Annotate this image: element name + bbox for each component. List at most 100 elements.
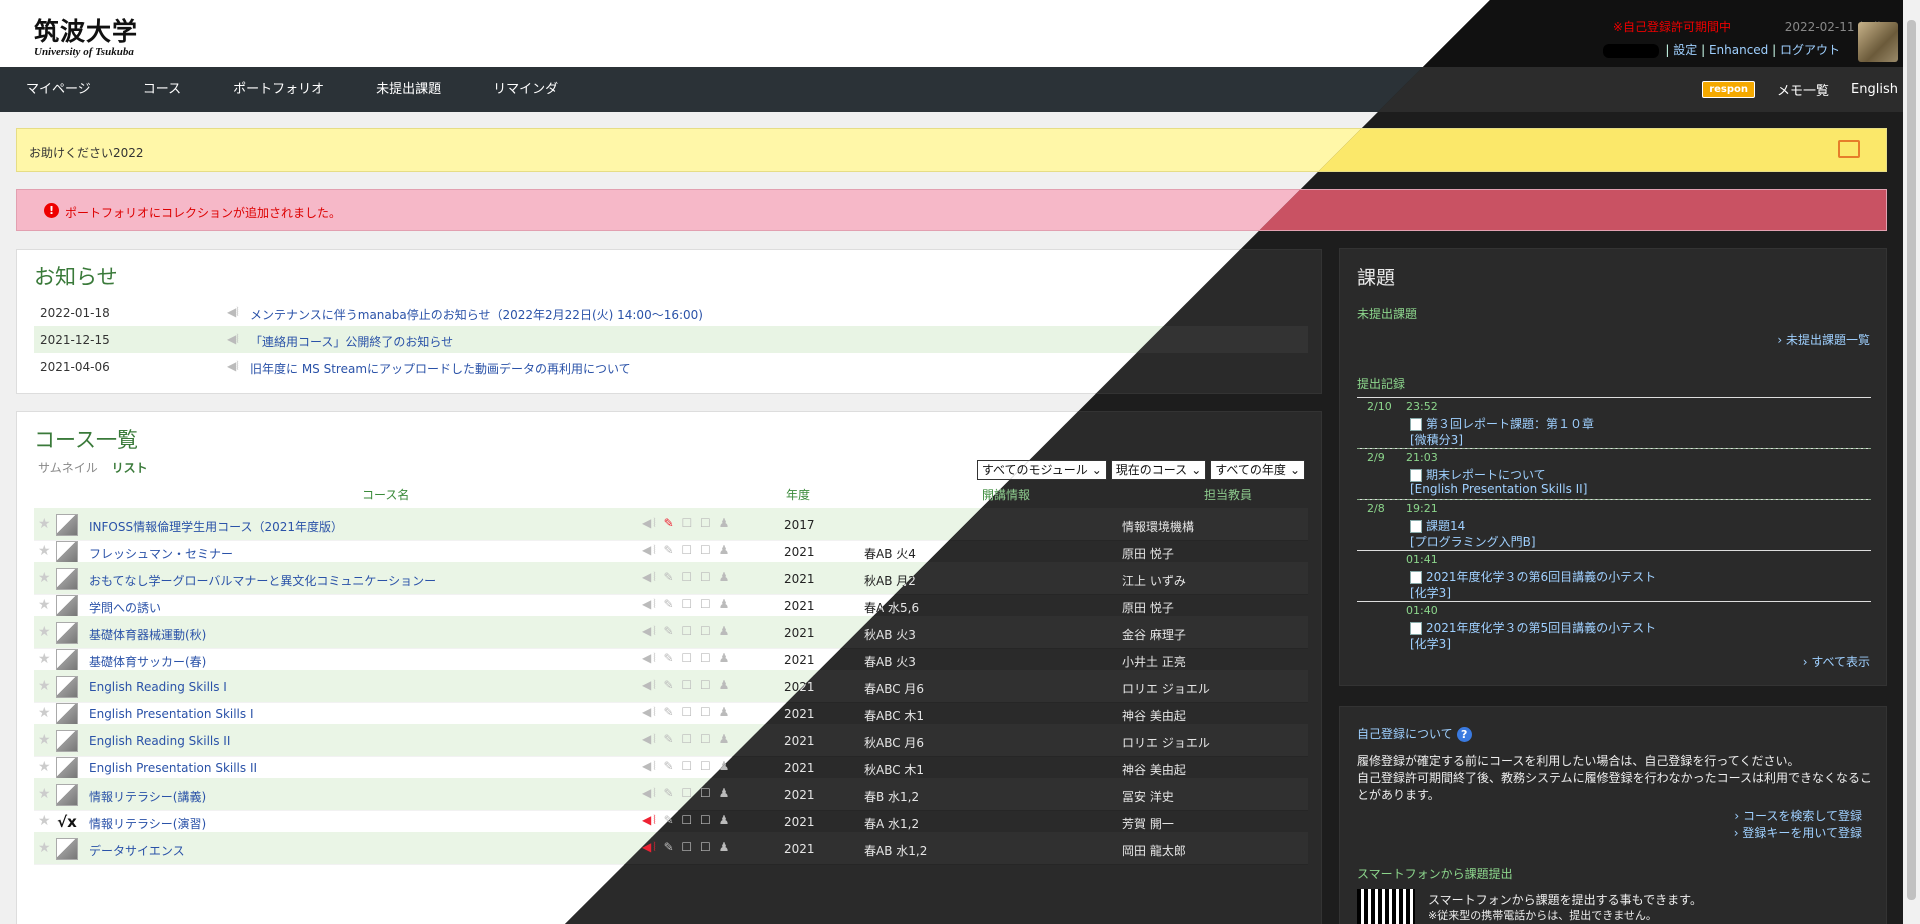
settings-link[interactable]: 設定 — [1673, 43, 1697, 57]
favorite-star-icon[interactable]: ★ — [38, 543, 51, 559]
course-teacher: 神谷 美由起 — [1122, 763, 1186, 777]
course-teacher: ロリエ ジョエル — [1122, 682, 1210, 696]
show-all-link[interactable]: › すべて表示 — [1803, 653, 1870, 670]
course-year: 2021 — [784, 761, 815, 775]
nav-reminder[interactable]: リマインダ — [467, 67, 584, 112]
qr-code — [1357, 889, 1415, 924]
course-link[interactable]: English Presentation Skills II — [89, 761, 257, 775]
nav-mypage[interactable]: マイページ — [0, 67, 117, 112]
submission-title[interactable]: 2021年度化学３の第6回目講義の小テスト — [1410, 568, 1656, 585]
notice-link[interactable]: メンテナンスに伴うmanaba停止のお知らせ（2022年2月22日(火) 14:… — [250, 306, 703, 323]
course-link[interactable]: English Reading Skills II — [89, 734, 230, 748]
course-thumbnail — [56, 757, 78, 779]
selfreg-title[interactable]: 自己登録について? — [1357, 725, 1472, 742]
submission-course[interactable]: [English Presentation Skills II] — [1410, 482, 1587, 496]
nav-portfolio[interactable]: ポートフォリオ — [207, 67, 350, 112]
course-link[interactable]: INFOSS情報倫理学生用コース（2021年度版） — [89, 518, 343, 535]
course-link[interactable]: おもてなし学ーグローバルマナーと異文化コミュニケーションー — [89, 572, 436, 589]
course-link[interactable]: English Reading Skills I — [89, 680, 227, 694]
submission-course[interactable]: [化学3] — [1410, 584, 1451, 601]
course-link[interactable]: 学問への誘い — [89, 599, 161, 616]
course-title: コース一覧 — [34, 428, 138, 452]
favorite-star-icon[interactable]: ★ — [38, 570, 51, 586]
course-term: 秋ABC 木1 — [864, 763, 925, 777]
smartphone-note: ※従来型の携帯電話からは、提出できません。 — [1428, 909, 1657, 922]
course-link[interactable]: English Presentation Skills I — [89, 707, 254, 721]
divider — [1357, 397, 1871, 398]
submission-course[interactable]: [微積分3] — [1410, 431, 1463, 448]
current-course-select[interactable]: 現在のコース⌄ — [1110, 460, 1207, 480]
nav-course[interactable]: コース — [117, 67, 207, 112]
submission-title[interactable]: 課題14 — [1410, 517, 1465, 534]
scrollbar[interactable] — [1903, 0, 1920, 924]
course-thumbnail — [56, 838, 78, 860]
course-link[interactable]: 情報リテラシー(講義) — [89, 788, 206, 805]
favorite-star-icon[interactable]: ★ — [38, 651, 51, 667]
favorite-star-icon[interactable]: ★ — [38, 786, 51, 802]
course-teacher: 情報環境機構 — [1122, 520, 1195, 534]
search-register-link[interactable]: › コースを検索して登録 — [1734, 807, 1862, 824]
course-link[interactable]: 基礎体育器械運動(秋) — [89, 626, 206, 643]
university-logo[interactable]: 筑波大学 University of Tsukuba — [34, 12, 138, 58]
favorite-star-icon[interactable]: ★ — [38, 840, 51, 856]
course-link[interactable]: 情報リテラシー(演習) — [89, 815, 206, 832]
divider — [1357, 550, 1871, 551]
course-thumbnail — [56, 703, 78, 725]
submission-title[interactable]: 第３回レポート課題：第１０章 — [1410, 415, 1594, 432]
course-link[interactable]: データサイエンス — [89, 842, 185, 859]
document-icon — [1410, 520, 1422, 533]
favorite-star-icon[interactable]: ★ — [38, 597, 51, 613]
notice-link[interactable]: 「連絡用コース」公開終了のお知らせ — [250, 333, 453, 350]
selfreg-panel: 自己登録について? 履修登録が確定する前にコースを利用したい場合は、自己登録を行… — [1339, 706, 1887, 924]
favorite-star-icon[interactable]: ★ — [38, 813, 51, 829]
logout-link[interactable]: ログアウト — [1780, 43, 1840, 57]
nav-unsubmitted[interactable]: 未提出課題 — [350, 67, 467, 112]
course-status-icons: ◀︎⦚ ✎ ☐ ☐ ♟ — [642, 570, 732, 584]
search-register-label: コースを検索して登録 — [1742, 809, 1862, 823]
tab-thumbnail[interactable]: サムネイル — [38, 461, 98, 475]
key-register-link[interactable]: › 登録キーを用いて登録 — [1734, 824, 1862, 841]
help-icon[interactable]: ? — [1456, 727, 1472, 742]
favorite-star-icon[interactable]: ★ — [38, 705, 51, 721]
favorite-star-icon[interactable]: ★ — [38, 678, 51, 694]
course-year: 2021 — [784, 545, 815, 559]
course-status-icons: ◀︎⦚ ✎ ☐ ☐ ♟ — [642, 624, 732, 638]
course-teacher: ロリエ ジョエル — [1122, 736, 1210, 750]
course-teacher: 冨安 洋史 — [1122, 790, 1174, 804]
scrollbar-thumb[interactable] — [1907, 20, 1916, 900]
course-status-icons: ◀︎⦚ ✎ ☐ ☐ ♟ — [642, 516, 732, 530]
enhanced-link[interactable]: Enhanced — [1709, 43, 1768, 57]
course-year: 2017 — [784, 518, 815, 532]
submission-course[interactable]: [プログラミング入門B] — [1410, 533, 1536, 550]
edit-icon[interactable] — [1838, 140, 1860, 158]
tab-list[interactable]: リスト — [112, 461, 148, 475]
course-year: 2021 — [784, 707, 815, 721]
favorite-star-icon[interactable]: ★ — [38, 732, 51, 748]
col-course-name: コース名 — [362, 488, 410, 502]
notice-row: 2022-01-18 ◀︎⦚ メンテナンスに伴うmanaba停止のお知らせ（20… — [34, 299, 1308, 326]
submission-course[interactable]: [化学3] — [1410, 635, 1451, 652]
notice-link[interactable]: 旧年度に MS Streamにアップロードした動画データの再利用について — [250, 360, 631, 377]
course-year: 2021 — [784, 815, 815, 829]
favorite-star-icon[interactable]: ★ — [38, 516, 51, 532]
course-term: 春A 水1,2 — [864, 817, 920, 831]
divider — [1357, 601, 1871, 602]
notice-date: 2022-01-18 — [40, 306, 110, 320]
english-link[interactable]: English — [1851, 82, 1898, 97]
memo-link[interactable]: メモ一覧 — [1777, 80, 1829, 99]
favorite-star-icon[interactable]: ★ — [38, 759, 51, 775]
course-year: 2021 — [784, 788, 815, 802]
unsubmitted-list-link[interactable]: › 未提出課題一覧 — [1777, 331, 1870, 348]
year-select[interactable]: すべての年度⌄ — [1210, 460, 1305, 480]
submission-title[interactable]: 期末レポートについて — [1410, 466, 1546, 483]
respon-button[interactable]: respon — [1702, 81, 1756, 98]
course-status-icons: ◀︎⦚ ✎ ☐ ☐ ♟ — [642, 705, 732, 719]
course-link[interactable]: フレッシュマン・セミナー — [89, 545, 233, 562]
favorite-star-icon[interactable]: ★ — [38, 624, 51, 640]
selfreg-warning: ※自己登録許可期間中 — [1612, 20, 1731, 34]
avatar[interactable] — [1858, 22, 1898, 62]
submission-title[interactable]: 2021年度化学３の第5回目講義の小テスト — [1410, 619, 1656, 636]
course-thumbnail — [56, 514, 78, 536]
course-link[interactable]: 基礎体育サッカー(春) — [89, 653, 206, 670]
course-teacher: 芳賀 開一 — [1122, 817, 1174, 831]
